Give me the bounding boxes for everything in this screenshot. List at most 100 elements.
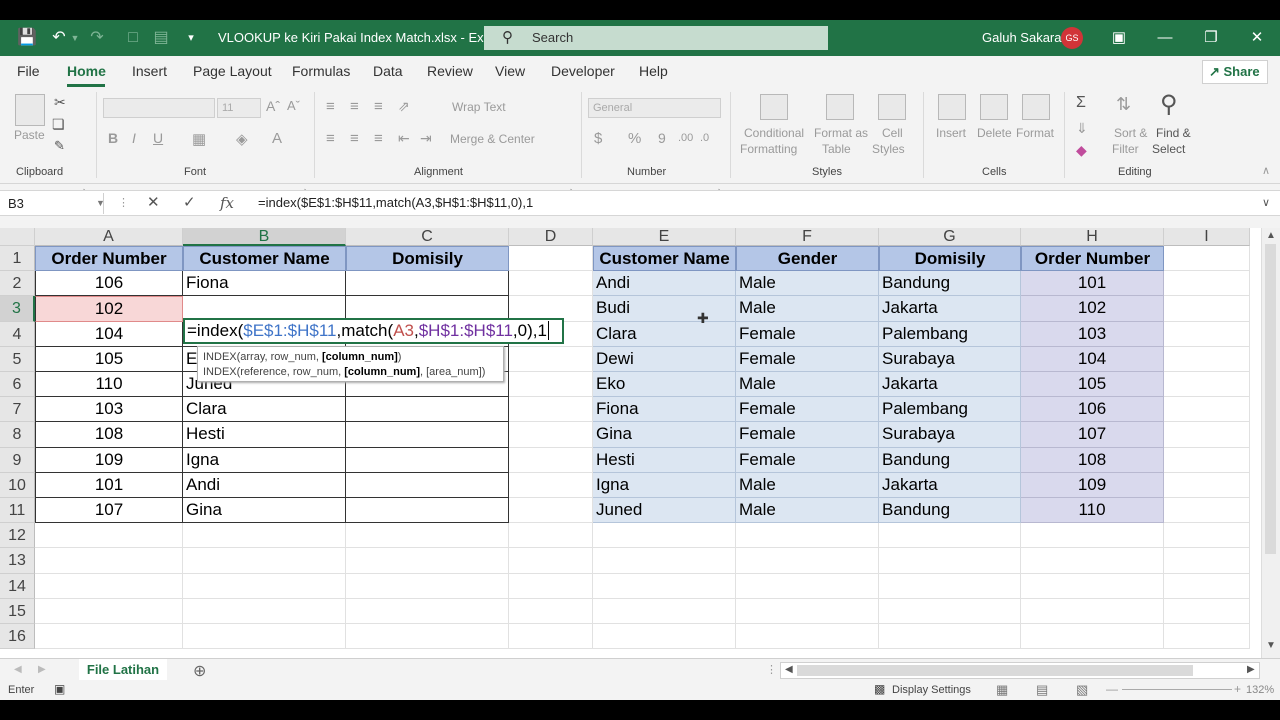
order-number-cell[interactable]: 101 <box>35 472 183 498</box>
grid-cell[interactable] <box>879 624 1021 650</box>
grid-cell[interactable] <box>346 598 509 624</box>
find-select-icon[interactable]: ⚲ <box>1160 90 1178 119</box>
user-name[interactable]: Galuh Sakara <box>982 20 1062 56</box>
grid-cell[interactable] <box>593 548 736 574</box>
grid-cell[interactable] <box>1164 598 1250 624</box>
domisily-cell[interactable]: Surabaya <box>879 346 1021 372</box>
cell-styles-icon[interactable] <box>878 94 906 120</box>
grid-cell[interactable] <box>593 573 736 599</box>
right-table-header[interactable]: Domisily <box>879 246 1021 272</box>
decrease-decimal-icon[interactable]: .0 <box>700 132 709 144</box>
order-number-cell[interactable]: 110 <box>1021 498 1164 524</box>
tab-review[interactable]: Review <box>427 63 473 79</box>
scroll-down-icon[interactable]: ▼ <box>1266 640 1276 651</box>
order-number-cell[interactable]: 105 <box>1021 372 1164 398</box>
scroll-thumb[interactable] <box>797 665 1193 676</box>
order-number-cell[interactable]: 108 <box>35 422 183 448</box>
align-bottom-icon[interactable]: ≡ <box>374 98 383 115</box>
expand-formula-bar-icon[interactable]: ∨ <box>1262 191 1270 215</box>
order-number-cell[interactable]: 103 <box>35 397 183 423</box>
name-box[interactable]: B3 <box>4 193 104 214</box>
redo-icon[interactable]: ↷ <box>86 20 108 56</box>
domisily-cell[interactable]: Jakarta <box>879 372 1021 398</box>
left-table-header[interactable]: Domisily <box>346 246 509 272</box>
row-header-15[interactable]: 15 <box>0 598 35 624</box>
grid-cell[interactable] <box>509 472 593 498</box>
grid-cell[interactable] <box>35 573 183 599</box>
domisily-cell[interactable] <box>346 397 509 423</box>
zoom-level[interactable]: 132% <box>1246 684 1274 696</box>
conditional-formatting-label-2[interactable]: Formatting <box>740 142 797 156</box>
gender-cell[interactable]: Male <box>736 472 879 498</box>
customer-name-cell[interactable]: Gina <box>183 498 346 524</box>
grid-cell[interactable] <box>1021 598 1164 624</box>
order-number-cell[interactable]: 102 <box>35 296 183 322</box>
row-header-5[interactable]: 5 <box>0 346 35 372</box>
domisily-cell[interactable] <box>346 271 509 297</box>
cell-editor[interactable]: =index($E$1:$H$11,match(A3,$H$1:$H$11,0)… <box>183 318 564 344</box>
avatar[interactable]: GS <box>1061 27 1083 49</box>
cut-icon[interactable]: ✂ <box>54 94 66 111</box>
tooltip-line-2[interactable]: INDEX(reference, row_num, [column_num], … <box>203 365 498 380</box>
font-name-select[interactable] <box>103 98 215 118</box>
grid-cell[interactable] <box>1164 624 1250 650</box>
insert-cells-label[interactable]: Insert <box>936 126 966 140</box>
left-table-header[interactable]: Order Number <box>35 246 183 272</box>
customer-name-cell[interactable]: Hesti <box>593 447 736 473</box>
scroll-up-icon[interactable]: ▲ <box>1266 230 1276 241</box>
currency-icon[interactable]: $ <box>594 130 602 147</box>
tab-data[interactable]: Data <box>373 63 403 79</box>
domisily-cell[interactable] <box>346 498 509 524</box>
row-header-4[interactable]: 4 <box>0 321 35 347</box>
grid-cell[interactable] <box>593 624 736 650</box>
column-header-i[interactable]: I <box>1164 228 1250 246</box>
grid-cell[interactable] <box>35 523 183 549</box>
order-number-cell[interactable]: 109 <box>35 447 183 473</box>
row-header-7[interactable]: 7 <box>0 397 35 423</box>
grid-cell[interactable] <box>509 498 593 524</box>
page-layout-view-icon[interactable]: ▤ <box>1036 682 1048 698</box>
align-middle-icon[interactable]: ≡ <box>350 98 359 115</box>
grid-cell[interactable] <box>1164 246 1250 272</box>
order-number-cell[interactable]: 107 <box>1021 422 1164 448</box>
borders-icon[interactable]: ▦ <box>192 130 206 148</box>
increase-decimal-icon[interactable]: .00 <box>678 132 693 144</box>
quick-access-icon-2[interactable]: ▤ <box>150 20 172 56</box>
bold-icon[interactable]: B <box>108 130 118 146</box>
formula-input[interactable]: =index($E$1:$H$11,match(A3,$H$1:$H$11,0)… <box>258 191 533 215</box>
tab-home[interactable]: Home <box>67 63 106 79</box>
grid-cell[interactable] <box>1164 573 1250 599</box>
delete-cells-label[interactable]: Delete <box>977 126 1012 140</box>
row-header-11[interactable]: 11 <box>0 498 35 524</box>
grid-cell[interactable] <box>593 523 736 549</box>
customer-name-cell[interactable]: Igna <box>593 472 736 498</box>
grid-cell[interactable] <box>1164 271 1250 297</box>
function-tooltip[interactable]: INDEX(array, row_num, [column_num]) INDEX… <box>197 346 504 382</box>
gender-cell[interactable]: Female <box>736 346 879 372</box>
grid-cell[interactable] <box>879 523 1021 549</box>
next-sheet-icon[interactable]: ▶ <box>38 664 46 675</box>
grid-cell[interactable] <box>509 447 593 473</box>
row-header-10[interactable]: 10 <box>0 472 35 498</box>
cell-styles-label-2[interactable]: Styles <box>872 142 905 156</box>
row-header-9[interactable]: 9 <box>0 447 35 473</box>
format-as-table-icon[interactable] <box>826 94 854 120</box>
format-as-table-label-2[interactable]: Table <box>822 142 851 156</box>
domisily-cell[interactable]: Bandung <box>879 447 1021 473</box>
grid-cell[interactable] <box>509 573 593 599</box>
order-number-cell[interactable]: 106 <box>35 271 183 297</box>
domisily-cell[interactable] <box>346 422 509 448</box>
column-header-h[interactable]: H <box>1021 228 1164 246</box>
sort-filter-label-2[interactable]: Filter <box>1112 142 1139 156</box>
grid-cell[interactable] <box>35 624 183 650</box>
grid-cell[interactable] <box>509 246 593 272</box>
increase-indent-icon[interactable]: ⇥ <box>420 130 432 147</box>
gender-cell[interactable]: Male <box>736 296 879 322</box>
column-header-f[interactable]: F <box>736 228 879 246</box>
domisily-cell[interactable]: Jakarta <box>879 296 1021 322</box>
save-icon[interactable]: 💾 <box>16 20 38 56</box>
grid-cell[interactable] <box>1164 422 1250 448</box>
order-number-cell[interactable]: 103 <box>1021 321 1164 347</box>
tab-file[interactable]: File <box>17 63 40 79</box>
grid-cell[interactable] <box>509 422 593 448</box>
